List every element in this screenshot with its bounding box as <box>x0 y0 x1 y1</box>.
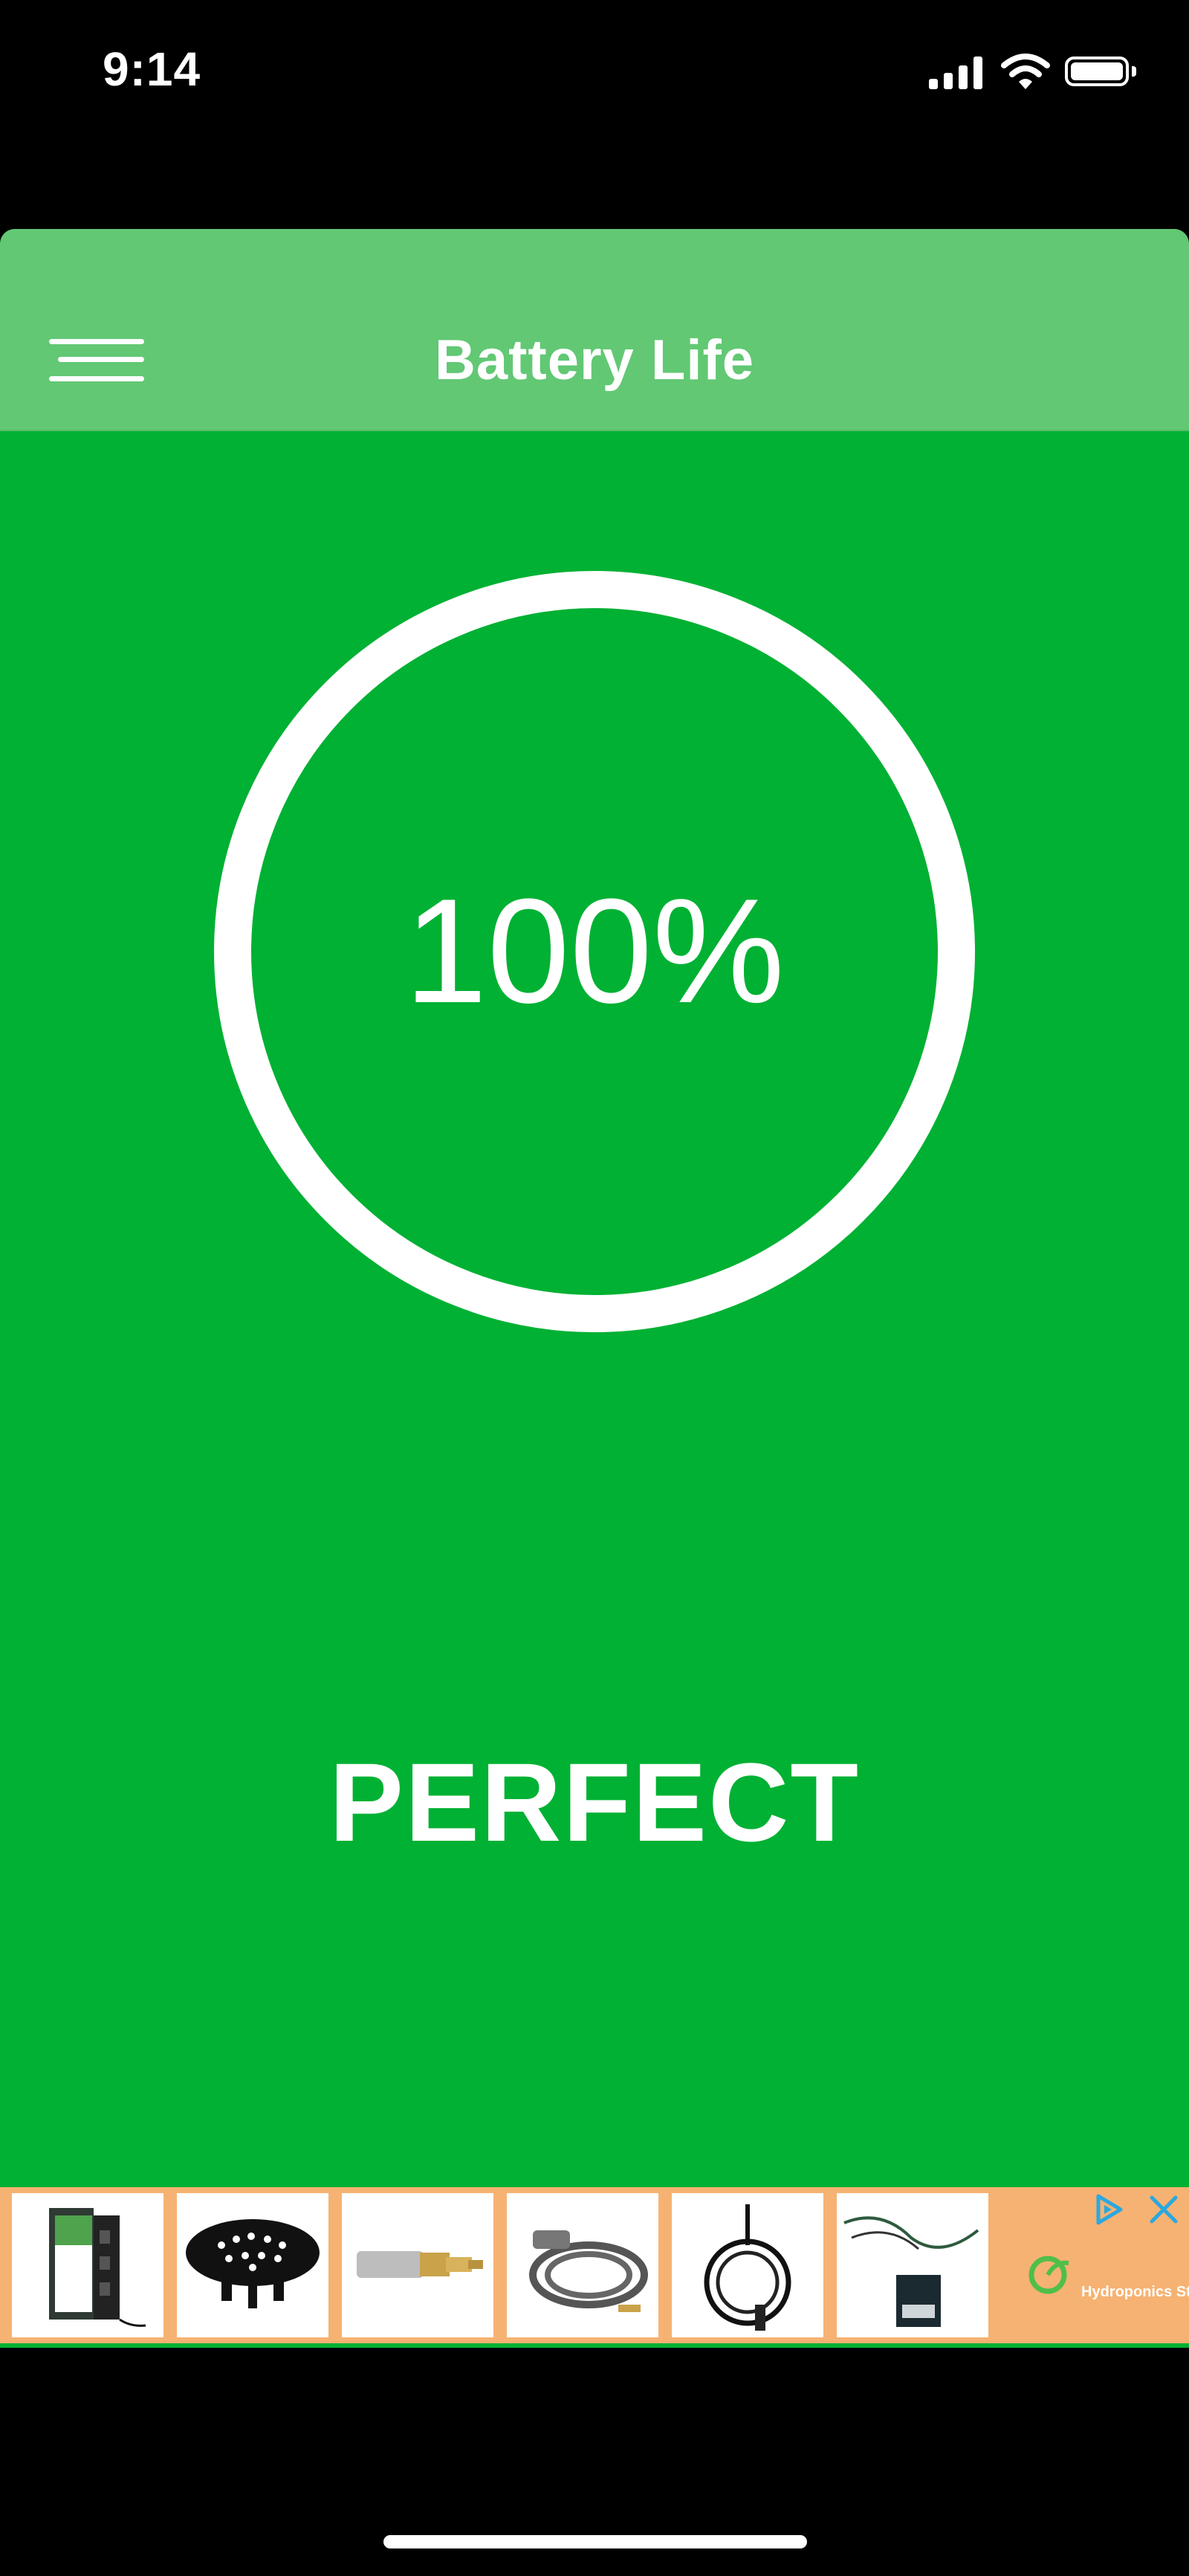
home-indicator[interactable] <box>383 2535 807 2548</box>
ad-choices-icon[interactable] <box>1091 2192 1127 2227</box>
wifi-icon <box>1001 54 1050 89</box>
battery-percentage: 100% <box>404 868 785 1034</box>
ad-banner[interactable]: Hydroponics Store <box>0 2187 1189 2343</box>
ad-close-icon[interactable] <box>1146 2192 1182 2227</box>
ad-brand-text: Hydroponics Store <box>1081 2284 1189 2300</box>
cellular-signal-icon <box>929 55 985 89</box>
ad-product-gray-hose[interactable] <box>507 2193 658 2337</box>
battery-status-icon <box>1065 57 1138 89</box>
status-time: 9:14 <box>103 42 201 96</box>
ad-product-power-controller[interactable] <box>12 2193 163 2337</box>
app-screen: Battery Life 100% PERFECT <box>0 229 1189 2348</box>
status-bar: 9:14 <box>0 0 1189 149</box>
ad-brand-logo[interactable]: Hydroponics Store <box>1026 2239 1189 2321</box>
ad-product-black-tray[interactable] <box>177 2193 328 2337</box>
ad-product-black-cable[interactable] <box>672 2193 823 2337</box>
page-title: Battery Life <box>434 329 755 392</box>
battery-status-label: PERFECT <box>328 1740 861 1865</box>
hamburger-menu-icon[interactable] <box>49 339 146 391</box>
app-header: Battery Life <box>0 229 1189 431</box>
ad-product-wiring-harness[interactable] <box>837 2193 988 2337</box>
ad-product-brass-fitting[interactable] <box>342 2193 493 2337</box>
